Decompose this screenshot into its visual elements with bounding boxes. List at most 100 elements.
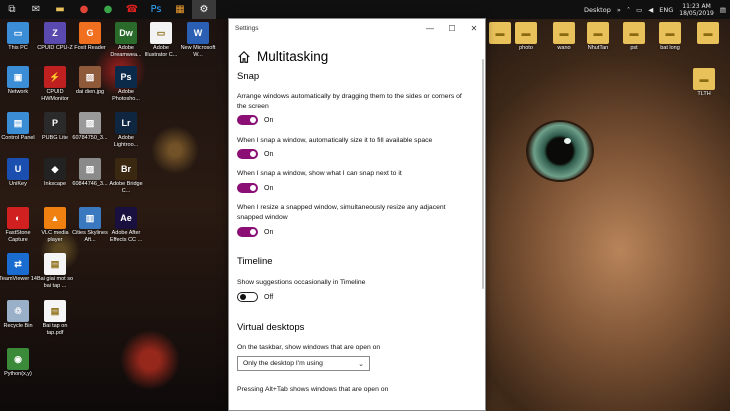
desktop-icon-left-20[interactable]: ▥ Cities Skylines Aft...: [72, 207, 108, 243]
desktop-app-icon: ▲: [44, 207, 66, 229]
snap-option-2-toggle[interactable]: [237, 149, 258, 159]
scrollbar[interactable]: [482, 59, 484, 289]
desktop-icon-left-3[interactable]: Dw Adobe Dreamwea...: [108, 22, 144, 58]
desktop-icon-left-24[interactable]: ♲ Recycle Bin: [0, 300, 36, 330]
desktop-icon-label: dai dien.jpg: [75, 89, 105, 95]
snap-option-2-toggle-row[interactable]: On: [237, 149, 273, 159]
desktop-app-icon: ▥: [79, 207, 101, 229]
volume-icon[interactable]: ◀: [648, 6, 653, 14]
desktop-app-icon: ◐: [7, 207, 29, 229]
snap-option-1-state: On: [264, 116, 274, 124]
desktop-icon-left-10[interactable]: ▤ Control Panel: [0, 112, 36, 142]
desktop-icon-right-5[interactable]: ▬ bat long: [652, 22, 688, 52]
desktop-icon-left-17[interactable]: Br Adobe Bridge C...: [108, 158, 144, 194]
chrome-icon[interactable]: ●: [72, 0, 96, 19]
desktop-app-icon: ▨: [79, 66, 101, 88]
desktop-icon-label: Adobe Bridge C...: [109, 181, 143, 194]
desktop-icon-label: Foxit Reader: [74, 45, 106, 51]
desktop-icon-right-7[interactable]: ▬ TLTH: [686, 68, 722, 98]
desktop-icon-right-4[interactable]: ▬ pst: [616, 22, 652, 52]
desktop-app-icon: ♲: [7, 300, 29, 322]
page-title: Multitasking: [257, 49, 329, 64]
timeline-toggle-row[interactable]: Off: [237, 292, 273, 302]
desktop-icon-label: Cities Skylines Aft...: [72, 230, 108, 243]
home-icon[interactable]: [237, 50, 251, 64]
desktop-icon-label: VLC media player: [41, 230, 69, 243]
clock[interactable]: 11:23 AM 18/05/2019: [679, 3, 714, 17]
desktop-icon-right-3[interactable]: ▬ NhutTan: [580, 22, 616, 52]
desktop-app-icon: ▬: [623, 22, 645, 44]
desktop-app-icon: ▬: [693, 68, 715, 90]
desktop-icon-left-13[interactable]: Lr Adobe Lightroo...: [108, 112, 144, 148]
desktop-icon-label: Adobe After Effects CC ...: [109, 230, 143, 243]
desktop-icon-left-7[interactable]: ⚡ CPUID HWMonitor: [37, 66, 73, 102]
desktop-icon-left-8[interactable]: ▨ dai dien.jpg: [72, 66, 108, 96]
desktop-icon-label: photo: [519, 45, 533, 51]
desktop-icon-right-6[interactable]: ▬: [690, 22, 726, 45]
snap-option-3-toggle[interactable]: [237, 183, 258, 193]
clock-time: 11:23 AM: [682, 2, 711, 10]
taskbar-windows-dropdown[interactable]: Only the desktop I'm using ⌄: [237, 356, 370, 371]
timeline-toggle[interactable]: [237, 292, 258, 302]
mail-icon[interactable]: ✉: [24, 0, 48, 19]
maximize-button[interactable]: ☐: [441, 19, 463, 37]
desktop-icon-right-2[interactable]: ▬ wano: [546, 22, 582, 52]
notification-chevron-icon[interactable]: ˄: [627, 6, 630, 14]
desktop-app-icon: U: [7, 158, 29, 180]
virtual-desktops-heading: Virtual desktops: [237, 322, 305, 333]
desktop-icon-left-0[interactable]: ▭ This PC: [0, 22, 36, 52]
desktop-app-icon: ▭: [150, 22, 172, 44]
red-app-icon[interactable]: ☎: [120, 0, 144, 19]
desktop-icon-left-19[interactable]: ▲ VLC media player: [37, 207, 73, 243]
desktop-app-icon: ▬: [587, 22, 609, 44]
snap-option-3-toggle-row[interactable]: On: [237, 183, 273, 193]
battery-icon[interactable]: ▭: [636, 6, 642, 14]
snap-option-4-toggle-row[interactable]: On: [237, 227, 273, 237]
photoshop-icon[interactable]: Ps: [144, 0, 168, 19]
desktop-icon-left-11[interactable]: P PUBG Lite: [37, 112, 73, 142]
task-view-icon[interactable]: ⧉: [0, 0, 24, 19]
desktop-app-icon: ⇄: [7, 253, 29, 275]
minimize-button[interactable]: —: [419, 19, 441, 37]
desktop-icon-left-15[interactable]: ◆ Inkscape: [37, 158, 73, 188]
desktop-icon-left-6[interactable]: ▣ Network: [0, 66, 36, 96]
desktop-icon-left-2[interactable]: G Foxit Reader: [72, 22, 108, 52]
language-indicator[interactable]: ENG: [659, 6, 673, 14]
snap-option-1-desc: Arrange windows automatically by draggin…: [237, 93, 462, 110]
desktop-toolbar-label[interactable]: Desktop: [584, 6, 611, 14]
chevron-icon[interactable]: »: [617, 6, 621, 14]
desktop-icon-left-18[interactable]: ◐ FastStone Capture: [0, 207, 36, 243]
folder-icon[interactable]: ▬: [48, 0, 72, 19]
snap-option-1-toggle-row[interactable]: On: [237, 115, 273, 125]
chevron-down-icon: ⌄: [358, 360, 364, 368]
desktop-icon-left-14[interactable]: U UniKey: [0, 158, 36, 188]
desktop-icon-left-23[interactable]: ▤ Bai giai mot so bai tap ...: [37, 253, 73, 289]
desktop-icon-left-21[interactable]: Ae Adobe After Effects CC ...: [108, 207, 144, 243]
desktop-icon-left-5[interactable]: W New Microsoft W...: [180, 22, 216, 58]
snap-heading: Snap: [237, 71, 260, 82]
desktop-icon-left-16[interactable]: ▨ 60844746_3...: [72, 158, 108, 188]
desktop-icon-left-25[interactable]: ▤ Bai tap on tap.pdf: [37, 300, 73, 336]
desktop-icon-left-4[interactable]: ▭ Adobe Illustrator C...: [143, 22, 179, 58]
close-button[interactable]: ✕: [463, 19, 485, 37]
desktop-icon-left-26[interactable]: ◉ Python(x,y): [0, 348, 36, 378]
desktop-app-icon: ▨: [79, 158, 101, 180]
title-bar[interactable]: Settings — ☐ ✕: [229, 19, 485, 37]
desktop-icon-left-1[interactable]: Z CPUID CPU-Z: [37, 22, 73, 52]
desktop-icon-left-22[interactable]: ⇄ TeamViewer 14: [0, 253, 37, 283]
desktop-app-icon: ▤: [7, 112, 29, 134]
desktop-icon-right-1[interactable]: ▬ photo: [508, 22, 544, 52]
desktop-app-icon: ▬: [515, 22, 537, 44]
coccoc-icon[interactable]: ●: [96, 0, 120, 19]
paint-icon[interactable]: ▦: [168, 0, 192, 19]
taskbar-windows-value: Only the desktop I'm using: [243, 360, 323, 367]
action-center-icon[interactable]: ▤: [720, 6, 726, 14]
alttab-windows-desc: Pressing Alt+Tab shows windows that are …: [237, 386, 389, 393]
snap-option-1-toggle[interactable]: [237, 115, 258, 125]
desktop-app-icon: ◉: [7, 348, 29, 370]
snap-option-4-toggle[interactable]: [237, 227, 258, 237]
settings-icon[interactable]: ⚙: [192, 0, 216, 19]
desktop-icon-left-9[interactable]: Ps Adobe Photosho...: [108, 66, 144, 102]
desktop-icon-left-12[interactable]: ▨ 60784750_3...: [72, 112, 108, 142]
desktop-icon-label: NhutTan: [587, 45, 609, 51]
